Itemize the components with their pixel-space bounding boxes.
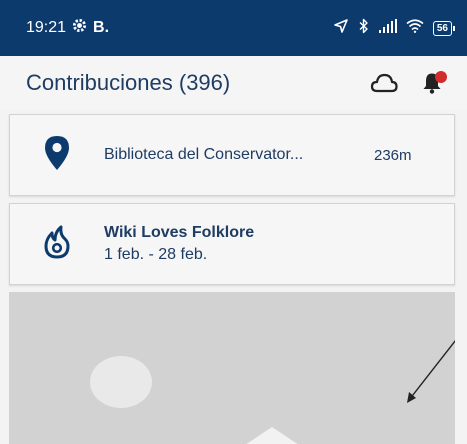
card-icon-wrap	[10, 135, 104, 176]
wifi-icon	[406, 18, 424, 38]
app-actions	[369, 68, 447, 98]
campaign-flame-icon	[42, 225, 72, 264]
carrier-label: B.	[93, 19, 110, 36]
campaign-card[interactable]: Wiki Loves Folklore 1 feb. - 28 feb.	[9, 203, 455, 285]
nearby-place-name: Biblioteca del Conservator...	[104, 146, 304, 163]
campaign-title: Wiki Loves Folklore	[104, 224, 255, 241]
map-pin-icon	[44, 135, 70, 176]
campaign-dates: 1 feb. - 28 feb.	[104, 246, 208, 263]
notification-bell-icon[interactable]	[417, 68, 447, 98]
notification-dot	[435, 71, 447, 83]
battery-icon: 56	[432, 20, 455, 36]
card-icon-wrap	[10, 225, 104, 264]
status-left: 19:21 B.	[26, 18, 109, 38]
location-arrow-icon	[333, 18, 349, 39]
image-placeholder[interactable]	[9, 292, 455, 444]
nearby-card[interactable]: Biblioteca del Conservator... 236m	[9, 114, 455, 196]
status-bar: 19:21 B. 56	[0, 0, 467, 56]
signal-icon	[378, 18, 397, 38]
campaign-text: Wiki Loves Folklore 1 feb. - 28 feb.	[104, 224, 254, 264]
battery-level: 56	[432, 20, 452, 36]
pointer-arrow-annotation	[407, 339, 455, 403]
page-title: Contribuciones (396)	[26, 70, 231, 95]
app-bar: Contribuciones (396)	[0, 56, 467, 110]
status-time: 19:21	[26, 19, 67, 36]
cloud-upload-icon[interactable]	[369, 68, 399, 98]
settings-cog-icon	[72, 18, 87, 38]
nearby-distance: 236m	[374, 146, 412, 164]
bluetooth-icon	[358, 18, 370, 39]
status-right: 56	[333, 18, 455, 39]
battery-cap	[453, 25, 455, 31]
